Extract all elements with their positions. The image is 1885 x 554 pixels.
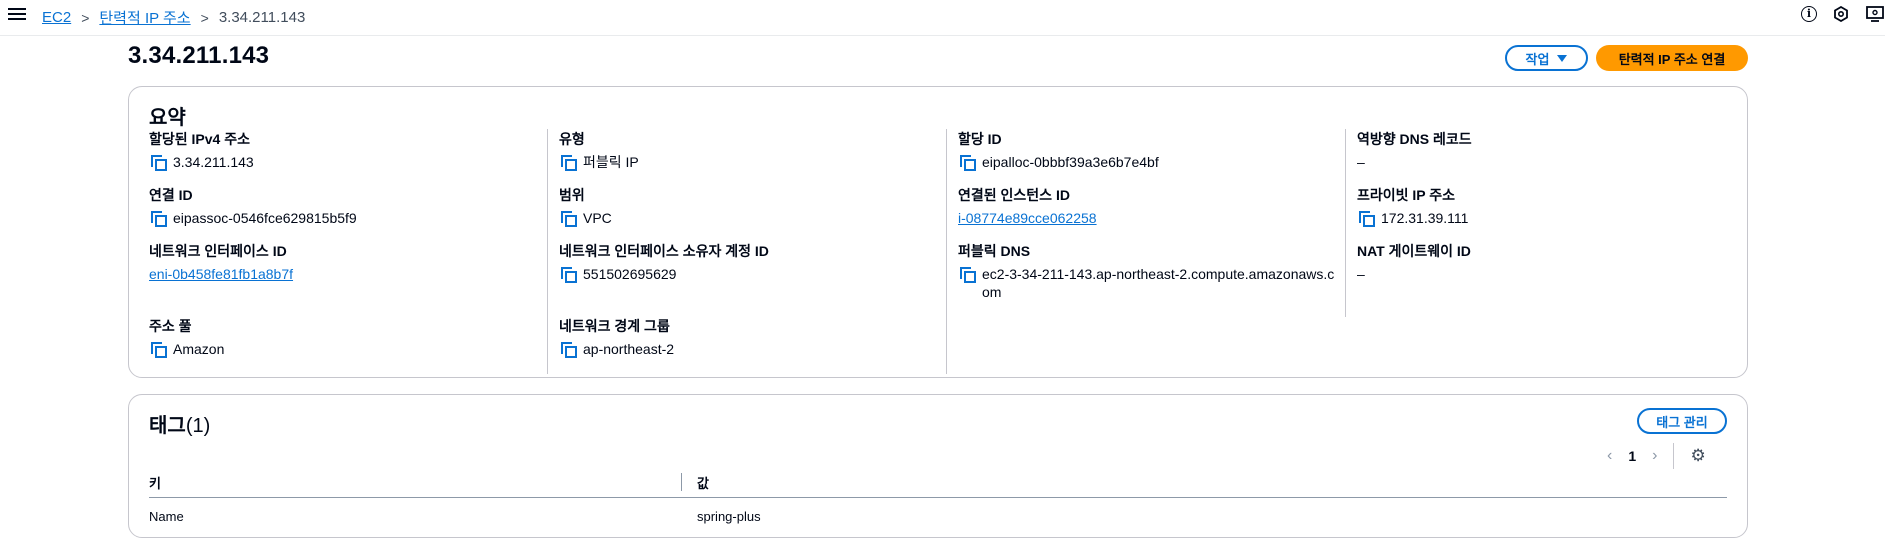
tags-table-header: 키 값 xyxy=(149,471,1727,498)
nat-gateway-id-field: NAT 게이트웨이 ID – xyxy=(1357,241,1747,283)
field-value: – xyxy=(1357,154,1365,170)
breadcrumb-ec2-link[interactable]: EC2 xyxy=(42,9,71,26)
pagination: ‹ 1 › ⚙ xyxy=(1607,443,1706,469)
field-value: 551502695629 xyxy=(583,266,677,282)
associated-instance-id-field: 연결된 인스턴스 ID i-08774e89cce062258 xyxy=(958,185,1348,227)
scope-field: 범위 VPC xyxy=(559,185,949,227)
summary-heading: 요약 xyxy=(149,107,186,129)
copy-icon[interactable] xyxy=(151,342,167,358)
field-label: 네트워크 인터페이스 소유자 계정 ID xyxy=(559,243,769,259)
pager-divider xyxy=(1673,443,1675,469)
network-interface-link[interactable]: eni-0b458fe81fb1a8b7f xyxy=(149,265,539,283)
actions-dropdown-button[interactable]: 작업 xyxy=(1505,45,1588,71)
summary-panel: 요약 할당된 IPv4 주소 3.34.211.143 연결 ID eipass… xyxy=(128,86,1748,378)
field-label: 프라이빗 IP 주소 xyxy=(1357,187,1456,203)
field-label: 할당된 IPv4 주소 xyxy=(149,131,250,147)
field-value: eipassoc-0546fce629815b5f9 xyxy=(173,210,357,226)
field-label: 역방향 DNS 레코드 xyxy=(1357,131,1472,147)
copy-icon[interactable] xyxy=(561,211,577,227)
private-ip-field: 프라이빗 IP 주소 172.31.39.111 xyxy=(1357,185,1747,227)
field-value: 퍼블릭 IP xyxy=(583,154,639,170)
summary-column-4: 역방향 DNS 레코드 – 프라이빗 IP 주소 172.31.39.111 N… xyxy=(1346,129,1744,374)
address-pool-field: 주소 풀 Amazon xyxy=(149,316,539,358)
manage-tags-button[interactable]: 태그 관리 xyxy=(1637,408,1727,434)
previous-page-icon[interactable]: ‹ xyxy=(1607,447,1612,465)
field-value: 3.34.211.143 xyxy=(173,154,254,170)
network-border-group-field: 네트워크 경계 그룹 ap-northeast-2 xyxy=(559,316,949,358)
actions-button-label: 작업 xyxy=(1525,51,1550,67)
copy-icon[interactable] xyxy=(960,155,976,171)
copy-icon[interactable] xyxy=(960,267,976,283)
tag-key-cell: Name xyxy=(149,509,184,524)
field-value: ap-northeast-2 xyxy=(583,341,675,357)
table-row: Name spring-plus xyxy=(149,509,1727,529)
breadcrumb: EC2 > 탄력적 IP 주소 > 3.34.211.143 xyxy=(42,7,305,28)
breadcrumb-current: 3.34.211.143 xyxy=(218,9,306,26)
field-value: 172.31.39.111 xyxy=(1381,210,1469,226)
tags-title: 태그 xyxy=(149,415,186,437)
field-label: 유형 xyxy=(559,131,585,147)
column-resizer[interactable] xyxy=(681,473,682,491)
field-label: 주소 풀 xyxy=(149,318,192,334)
caret-down-icon xyxy=(1557,54,1568,62)
field-value: VPC xyxy=(583,210,612,226)
copy-icon[interactable] xyxy=(561,342,577,358)
field-label: 할당 ID xyxy=(958,131,1002,147)
field-value: ec2-3-34-211-143.ap-northeast-2.compute.… xyxy=(982,266,1335,300)
field-label: NAT 게이트웨이 ID xyxy=(1357,243,1471,259)
summary-column-3: 할당 ID eipalloc-0bbbf39a3e6b7e4bf 연결된 인스턴… xyxy=(947,129,1346,317)
breadcrumb-elastic-ip-link[interactable]: 탄력적 IP 주소 xyxy=(99,7,190,28)
summary-column-2: 유형 퍼블릭 IP 범위 VPC 네트워크 인터페이스 소유자 계정 ID 55… xyxy=(548,129,947,374)
summary-column-1: 할당된 IPv4 주소 3.34.211.143 연결 ID eipassoc-… xyxy=(149,129,548,374)
ni-owner-field: 네트워크 인터페이스 소유자 계정 ID 551502695629 xyxy=(559,241,949,283)
field-label: 네트워크 경계 그룹 xyxy=(559,318,670,334)
public-dns-field: 퍼블릭 DNS ec2-3-34-211-143.ap-northeast-2.… xyxy=(958,241,1340,301)
instance-link[interactable]: i-08774e89cce062258 xyxy=(958,209,1348,227)
column-header-key[interactable]: 키 xyxy=(149,473,161,492)
field-label: 범위 xyxy=(559,187,585,203)
tag-value-cell: spring-plus xyxy=(697,509,761,524)
tags-count: (1) xyxy=(185,415,211,437)
tags-panel: 태그(1) 태그 관리 ‹ 1 › ⚙ 키 값 Name spring-plus xyxy=(128,394,1748,538)
field-value: – xyxy=(1357,266,1365,282)
associate-elastic-ip-button[interactable]: 탄력적 IP 주소 연결 xyxy=(1596,45,1748,71)
field-value: eipalloc-0bbbf39a3e6b7e4bf xyxy=(982,154,1159,170)
breadcrumb-separator: > xyxy=(81,9,90,26)
info-icon[interactable]: i xyxy=(1801,6,1817,22)
allocation-id-field: 할당 ID eipalloc-0bbbf39a3e6b7e4bf xyxy=(958,129,1348,171)
copy-icon[interactable] xyxy=(561,267,577,283)
copy-icon[interactable] xyxy=(1359,211,1375,227)
copy-icon[interactable] xyxy=(151,155,167,171)
notifications-icon[interactable] xyxy=(1831,5,1851,26)
copy-icon[interactable] xyxy=(151,211,167,227)
type-field: 유형 퍼블릭 IP xyxy=(559,129,949,171)
field-label: 네트워크 인터페이스 ID xyxy=(149,243,287,259)
network-interface-id-field: 네트워크 인터페이스 ID eni-0b458fe81fb1a8b7f xyxy=(149,241,539,283)
breadcrumb-separator: > xyxy=(200,9,209,26)
copy-icon[interactable] xyxy=(561,155,577,171)
gear-icon[interactable]: ⚙ xyxy=(1690,446,1705,466)
field-label: 퍼블릭 DNS xyxy=(958,243,1031,259)
tags-heading: 태그(1) xyxy=(149,409,210,438)
field-value: Amazon xyxy=(173,341,225,357)
allocated-ipv4-field: 할당된 IPv4 주소 3.34.211.143 xyxy=(149,129,539,171)
top-navigation-bar: EC2 > 탄력적 IP 주소 > 3.34.211.143 i xyxy=(0,0,1885,36)
settings-icon[interactable] xyxy=(1865,6,1885,26)
reverse-dns-field: 역방향 DNS 레코드 – xyxy=(1357,129,1747,171)
field-label: 연결된 인스턴스 ID xyxy=(958,187,1070,203)
column-header-value[interactable]: 값 xyxy=(697,473,709,492)
page-number[interactable]: 1 xyxy=(1628,448,1636,464)
association-id-field: 연결 ID eipassoc-0546fce629815b5f9 xyxy=(149,185,539,227)
next-page-icon[interactable]: › xyxy=(1652,447,1657,465)
field-label: 연결 ID xyxy=(149,187,193,203)
page-title: 3.34.211.143 xyxy=(128,42,270,69)
menu-icon[interactable] xyxy=(8,6,26,22)
